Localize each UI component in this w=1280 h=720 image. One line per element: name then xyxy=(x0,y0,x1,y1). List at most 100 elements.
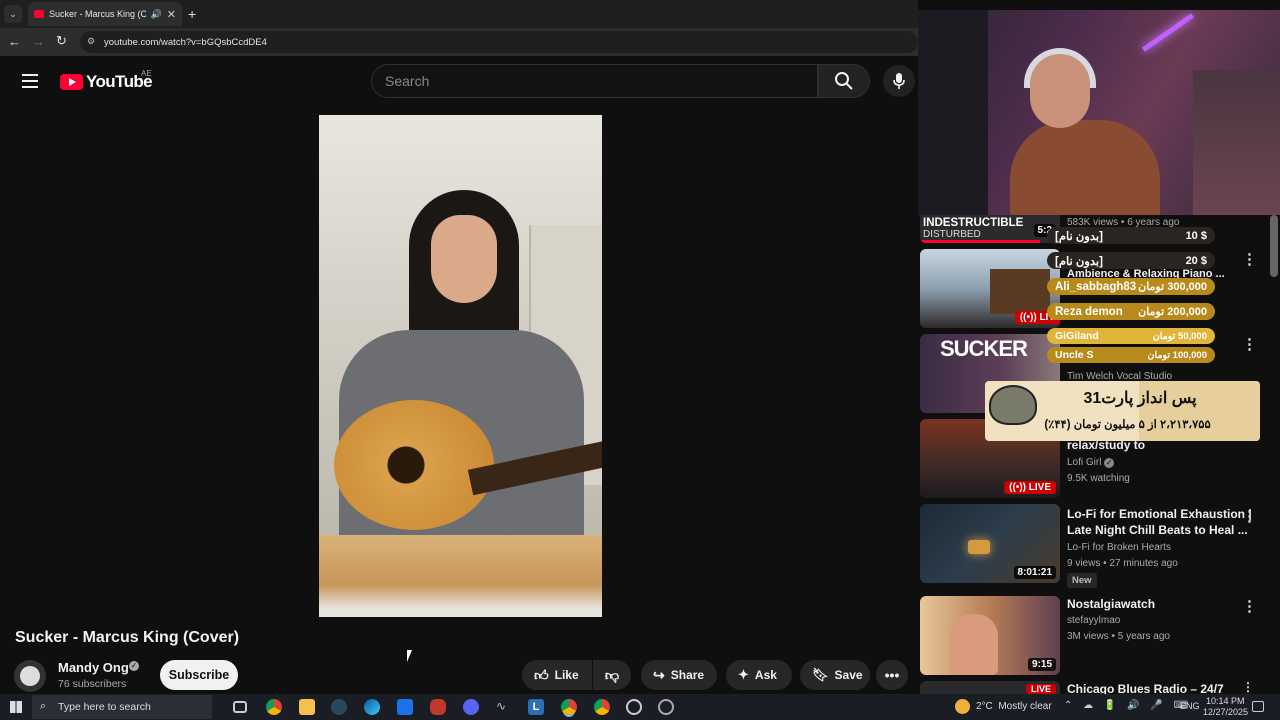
taskbar-search-input[interactable]: ⌕ Type here to search xyxy=(32,695,212,719)
more-options-icon[interactable]: ⋮ xyxy=(1242,680,1254,694)
country-code: AE xyxy=(141,69,152,78)
close-tab-icon[interactable]: ✕ xyxy=(167,8,176,21)
back-icon[interactable]: ← xyxy=(8,34,22,50)
obs-icon[interactable] xyxy=(658,699,674,715)
video-desk xyxy=(319,535,602,617)
video-title-line-1[interactable]: Lo-Fi for Emotional Exhaustion | xyxy=(1067,506,1252,522)
recommendation-thumbnail[interactable]: INDESTRUCTIBLE DISTURBED 5:2 xyxy=(920,215,1060,243)
like-button[interactable]: 👍︎ Like xyxy=(522,660,592,690)
search-button[interactable] xyxy=(818,64,870,98)
browser-tab-bar: ⌄ Sucker - Marcus King (Cover) 🔊 ✕ + xyxy=(0,0,918,28)
subscriber-count: 76 subscribers xyxy=(58,678,127,690)
like-label: Like xyxy=(554,668,579,682)
youtube-favicon-icon xyxy=(34,10,44,18)
audio-wave-icon[interactable]: ∿ xyxy=(496,699,512,715)
notifications-icon[interactable] xyxy=(1252,701,1264,712)
share-button[interactable]: ↪ Share xyxy=(641,660,717,690)
new-tab-button[interactable]: + xyxy=(188,5,202,23)
webcam-person-body xyxy=(1010,120,1160,215)
mouse-cursor-icon xyxy=(407,650,412,662)
channel-name[interactable]: Mandy Ong xyxy=(58,660,129,675)
clock-date[interactable]: 12/27/2025 xyxy=(1203,707,1248,717)
media-player-icon[interactable] xyxy=(626,699,642,715)
browser-toolbar: ← → ↻ ⚙ youtube.com/watch?v=bGQsbCcdDE4 xyxy=(0,28,918,56)
voice-search-button[interactable] xyxy=(883,65,915,97)
thumbs-up-icon: 👍︎ xyxy=(534,666,549,683)
donation-amount: 300,000 تومان xyxy=(1138,281,1207,293)
file-explorer-icon[interactable] xyxy=(299,699,315,715)
thumbnail-cabin xyxy=(990,269,1050,314)
recommendation-thumbnail[interactable]: 8:01:21 xyxy=(920,504,1060,583)
menu-icon[interactable] xyxy=(22,74,38,88)
share-label: Share xyxy=(670,668,705,682)
language-indicator[interactable]: ENG xyxy=(1180,701,1200,711)
recommendation-thumbnail[interactable]: 9:15 xyxy=(920,596,1060,675)
steam-icon[interactable] xyxy=(331,699,347,715)
goal-title: پس انداز پارت31 xyxy=(1083,390,1197,407)
more-options-icon[interactable]: ⋮ xyxy=(1242,335,1257,353)
video-player[interactable] xyxy=(319,115,602,617)
guitar-body xyxy=(334,400,494,530)
dislike-button[interactable]: 👎︎ xyxy=(593,660,631,690)
donor-name: Uncle S xyxy=(1055,349,1094,361)
browser-tab[interactable]: Sucker - Marcus King (Cover) 🔊 ✕ xyxy=(28,2,182,26)
search-icon: ⌕ xyxy=(40,700,47,712)
subscribe-button[interactable]: Subscribe xyxy=(160,660,238,690)
tab-list-button[interactable]: ⌄ xyxy=(4,5,22,23)
recommendation-thumbnail[interactable]: LIVE xyxy=(920,681,1060,694)
more-actions-button[interactable]: ••• xyxy=(876,660,908,690)
weather-text[interactable]: 2°C Mostly clear xyxy=(976,701,1052,712)
task-view-icon[interactable] xyxy=(233,701,247,713)
clock-time[interactable]: 10:14 PM xyxy=(1206,696,1245,706)
windows-taskbar: ⌕ Type here to search ∿ L 2°C Mostly cle… xyxy=(0,694,1280,720)
donation-item: Uncle S 100,000 تومان xyxy=(1047,347,1215,363)
system-tray-icons[interactable]: ⌃ ☁ 🔋 🔊 🎤 ⌨ xyxy=(1064,700,1192,711)
search-input[interactable]: Search xyxy=(371,64,818,98)
search-icon xyxy=(835,72,853,90)
donation-item: [بدون نام] $ 10 xyxy=(1047,227,1215,244)
game-icon[interactable] xyxy=(430,699,446,715)
edge-icon[interactable] xyxy=(364,699,380,715)
channel-name[interactable]: stefayylmao xyxy=(1067,615,1120,626)
chrome-profile-icon[interactable] xyxy=(594,699,610,715)
thumbnail-person xyxy=(950,614,998,675)
more-options-icon[interactable]: ⋮ xyxy=(1242,597,1257,615)
donor-name: [بدون نام] xyxy=(1055,255,1103,268)
donation-amount: $ 20 xyxy=(1185,254,1207,267)
windows-start-icon[interactable] xyxy=(10,701,22,713)
channel-name[interactable]: Lo-Fi for Broken Hearts xyxy=(1067,542,1171,553)
chrome-active-icon[interactable] xyxy=(561,699,577,715)
donation-item: Reza demon 200,000 تومان xyxy=(1047,303,1215,320)
weather-icon[interactable] xyxy=(955,699,970,714)
app-icon[interactable] xyxy=(397,699,413,715)
video-meta: 9 views • 27 minutes ago xyxy=(1067,558,1178,569)
site-info-icon[interactable]: ⚙ xyxy=(87,36,95,47)
discord-icon[interactable] xyxy=(463,699,479,715)
sidebar-scrollbar[interactable] xyxy=(1270,215,1278,277)
donation-amount: 100,000 تومان xyxy=(1147,349,1208,361)
save-button[interactable]: 🔖︎ Save xyxy=(800,660,870,690)
taskbar-search-placeholder: Type here to search xyxy=(58,701,151,713)
video-title-line-2[interactable]: Late Night Chill Beats to Heal ... xyxy=(1067,522,1248,538)
channel-avatar[interactable] xyxy=(14,660,46,692)
reload-icon[interactable]: ↻ xyxy=(56,33,70,49)
chrome-icon[interactable] xyxy=(266,699,282,715)
progress-bar xyxy=(920,240,1040,243)
ask-button[interactable]: ✦ Ask xyxy=(726,660,792,690)
recommendation-thumbnail[interactable]: ((•)) LIV xyxy=(920,249,1060,328)
live-label: LIVE xyxy=(1028,482,1051,493)
performer-face xyxy=(431,215,497,303)
forward-icon[interactable]: → xyxy=(32,34,46,50)
address-bar[interactable]: ⚙ youtube.com/watch?v=bGQsbCcdDE4 xyxy=(80,31,918,53)
youtube-logo-icon[interactable] xyxy=(60,74,83,90)
tab-title: Sucker - Marcus King (Cover) xyxy=(49,9,146,19)
more-options-icon[interactable]: ⋮ xyxy=(1242,507,1257,525)
channel-name[interactable]: Lofi Girl ✓ xyxy=(1067,457,1115,468)
thumbnail-title: INDESTRUCTIBLE xyxy=(923,217,1024,229)
app-l-icon[interactable]: L xyxy=(528,699,544,715)
more-options-icon[interactable]: ⋮ xyxy=(1242,250,1257,268)
video-title[interactable]: Nostalgiawatch xyxy=(1067,596,1155,612)
donation-item: Ali_sabbagh83 300,000 تومان xyxy=(1047,278,1215,295)
audio-playing-icon[interactable]: 🔊 xyxy=(151,9,162,20)
thumbs-down-icon: 👎︎ xyxy=(604,666,620,683)
